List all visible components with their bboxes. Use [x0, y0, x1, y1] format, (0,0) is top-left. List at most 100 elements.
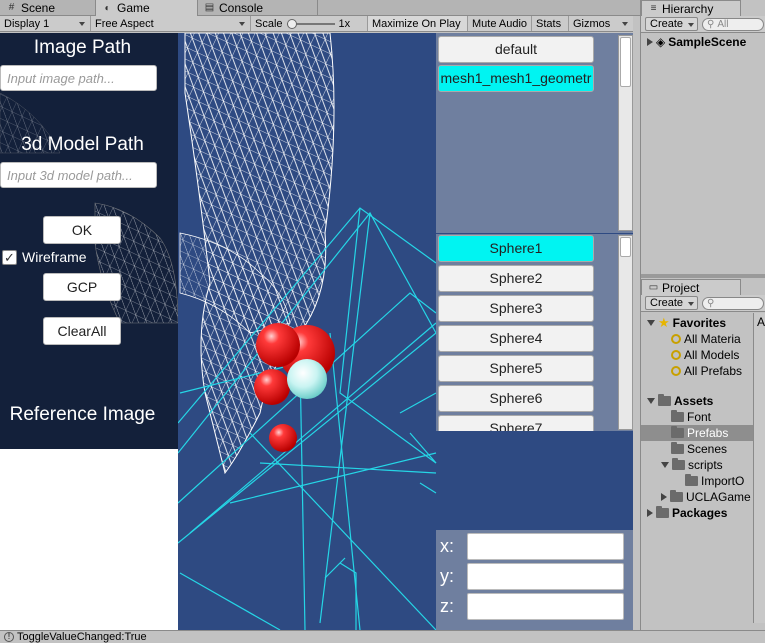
packages-item[interactable]: Packages — [647, 505, 727, 521]
favorite-item[interactable]: All Materia — [671, 331, 741, 347]
aspect-dropdown[interactable]: Free Aspect — [91, 16, 251, 31]
asset-folder-item[interactable]: scripts — [661, 457, 723, 473]
model-path-input[interactable]: Input 3d model path... — [0, 162, 157, 188]
image-path-input[interactable]: Input image path... — [0, 65, 157, 91]
list-item-mesh-default[interactable]: default — [438, 36, 594, 63]
image-path-title: Image Path — [33, 37, 132, 58]
list-item-sphere[interactable]: Sphere2 — [438, 265, 594, 292]
z-input[interactable] — [467, 593, 624, 620]
list-item-sphere[interactable]: Sphere7 — [438, 415, 594, 431]
folder-icon — [685, 474, 698, 486]
content-pane-label: A — [757, 315, 765, 329]
tab-hierarchy-label: Hierarchy — [662, 1, 714, 16]
z-row: z: — [440, 593, 624, 620]
wireframe-label: Wireframe — [22, 249, 87, 265]
mute-toggle[interactable]: Mute Audio — [468, 16, 532, 31]
list-item-sphere[interactable]: Sphere3 — [438, 295, 594, 322]
asset-folder-item[interactable]: Font — [671, 409, 711, 425]
asset-folder-item[interactable]: ImportO — [685, 473, 744, 489]
assets-label: Assets — [674, 394, 714, 408]
info-icon: ! — [4, 632, 14, 642]
folder-icon — [671, 410, 684, 422]
maximize-toggle[interactable]: Maximize On Play — [368, 16, 468, 31]
favorites-item[interactable]: ★ Favorites — [647, 315, 726, 331]
expand-arrow-icon[interactable] — [647, 509, 653, 517]
scale-slider[interactable] — [286, 18, 335, 29]
favorite-label: All Models — [684, 348, 740, 362]
tab-console[interactable]: ▤ Console — [198, 0, 318, 16]
list-item-sphere[interactable]: Sphere4 — [438, 325, 594, 352]
project-search-input[interactable]: ⚲ — [702, 296, 764, 310]
list-item-sphere[interactable]: Sphere1 — [438, 235, 594, 262]
tab-scene-label: Scene — [21, 0, 56, 15]
stats-toggle[interactable]: Stats — [532, 16, 569, 31]
sphere-marker — [254, 369, 290, 405]
collapse-arrow-icon[interactable] — [647, 320, 655, 326]
mesh-list-scrollbar[interactable] — [618, 35, 633, 231]
coordinate-panel: x: y: z: — [436, 530, 633, 630]
list-item-sphere[interactable]: Sphere6 — [438, 385, 594, 412]
panel-divider — [641, 274, 765, 278]
project-toolbar: Create ⚲ — [641, 295, 765, 312]
favorite-item[interactable]: All Models — [671, 347, 739, 363]
folder-label: Font — [687, 410, 712, 424]
hierarchy-icon: ≡ — [650, 3, 657, 14]
sphere-list-scrollbar[interactable] — [618, 235, 633, 430]
search-filter-icon — [671, 350, 681, 360]
mesh-list-scroll-thumb[interactable] — [620, 37, 631, 87]
folder-label: ImportO — [701, 474, 745, 488]
unity-scene-icon: ◈ — [656, 35, 666, 49]
asset-folder-item-selected[interactable]: Prefabs — [641, 425, 753, 441]
scale-value: 1x — [338, 17, 351, 30]
game-view[interactable]: Image Path Input image path... 3d Model … — [0, 33, 633, 630]
folder-icon — [670, 490, 683, 502]
project-content-pane: A — [753, 313, 765, 623]
sphere-marker — [287, 359, 327, 399]
project-create-button[interactable]: Create — [645, 296, 699, 310]
expand-arrow-icon[interactable] — [647, 38, 653, 46]
display-dropdown[interactable]: Display 1 — [0, 16, 91, 31]
collapse-arrow-icon[interactable] — [661, 462, 669, 468]
x-row: x: — [440, 533, 624, 560]
scale-slider-thumb[interactable] — [286, 18, 297, 29]
search-filter-icon — [671, 334, 681, 344]
gcp-button[interactable]: GCP — [43, 273, 121, 301]
tab-scene[interactable]: # Scene — [0, 0, 96, 16]
expand-arrow-icon[interactable] — [661, 493, 667, 501]
reference-image-title: Reference Image — [9, 404, 156, 425]
sphere-list-scroll-thumb[interactable] — [620, 237, 631, 257]
wireframe-checkbox[interactable]: ✓ — [2, 249, 17, 265]
favorite-label: All Prefabs — [684, 364, 743, 378]
favorite-item[interactable]: All Prefabs — [671, 363, 742, 379]
stats-label: Stats — [536, 17, 562, 30]
tab-project-label: Project — [662, 280, 700, 295]
hierarchy-create-button[interactable]: Create — [645, 17, 699, 31]
y-label: y: — [440, 566, 455, 586]
collapse-arrow-icon[interactable] — [647, 398, 655, 404]
x-input[interactable] — [467, 533, 624, 560]
y-input[interactable] — [467, 563, 624, 590]
asset-folder-item[interactable]: Scenes — [671, 441, 727, 457]
status-bar: ! ToggleValueChanged:True — [0, 630, 765, 643]
sphere-list[interactable]: Sphere1 Sphere2 Sphere3 Sphere4 Sphere5 … — [436, 234, 633, 431]
folder-icon: ▭ — [648, 282, 659, 293]
ok-button[interactable]: OK — [43, 216, 121, 244]
gizmos-dropdown[interactable]: Gizmos — [569, 16, 633, 31]
console-icon: ▤ — [204, 2, 215, 13]
tab-hierarchy[interactable]: ≡ Hierarchy — [641, 0, 741, 16]
tab-project[interactable]: ▭ Project — [641, 279, 741, 295]
maximize-label: Maximize On Play — [372, 17, 461, 30]
list-item-sphere[interactable]: Sphere5 — [438, 355, 594, 382]
hierarchy-search-input[interactable]: ⚲ All — [702, 17, 764, 31]
clearall-button[interactable]: ClearAll — [43, 317, 121, 345]
assets-item[interactable]: Assets — [647, 393, 713, 409]
wireframe-toggle[interactable]: ✓ Wireframe — [2, 249, 87, 265]
x-label: x: — [440, 536, 455, 556]
mute-label: Mute Audio — [472, 17, 528, 30]
list-item-mesh-selected[interactable]: mesh1_mesh1_geometr — [438, 65, 594, 92]
tab-game[interactable]: ◐ Game — [96, 0, 198, 16]
asset-folder-item[interactable]: UCLAGame — [661, 489, 751, 505]
display-label: Display 1 — [4, 17, 50, 30]
hierarchy-scene-item[interactable]: ◈ SampleScene — [647, 34, 746, 50]
mesh-list[interactable]: default mesh1_mesh1_geometr — [436, 33, 633, 233]
